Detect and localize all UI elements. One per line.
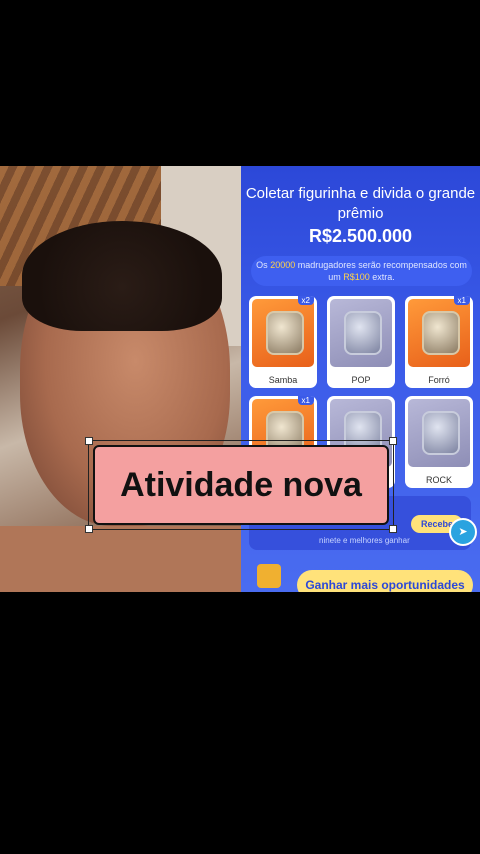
prize-amount: R$2.500.000 [308, 226, 413, 246]
person-hair [22, 221, 222, 331]
sticker-card-forro[interactable]: x1 Forró [405, 296, 473, 388]
caption-box: Atividade nova [85, 437, 397, 533]
card-art [408, 399, 470, 467]
card-badge: x1 [453, 296, 470, 305]
telegram-icon[interactable]: ➤ [449, 518, 477, 546]
sticker-icon [344, 311, 382, 355]
card-art [408, 299, 470, 367]
resize-handle-top-right[interactable] [389, 437, 397, 445]
sticker-card-pop[interactable]: POP [327, 296, 395, 388]
sticker-icon [422, 411, 460, 455]
sticker-card-rock[interactable]: ROCK [405, 396, 473, 488]
treasure-chest-icon [257, 564, 281, 588]
resize-handle-bottom-left[interactable] [85, 525, 93, 533]
sticker-icon [266, 311, 304, 355]
card-label: ROCK [425, 475, 452, 485]
notice-suffix: extra. [372, 272, 395, 282]
card-art [330, 299, 392, 367]
notice-count: 20000 [270, 260, 296, 270]
card-label: Forró [428, 375, 450, 385]
more-chances-button[interactable]: Ganhar mais oportunidades [297, 570, 473, 592]
card-badge: x2 [297, 296, 314, 305]
game-title: Coletar figurinha e divida o grande prêm… [245, 185, 476, 222]
card-art [252, 299, 314, 367]
person-shoulders [0, 526, 241, 592]
sticker-icon [422, 311, 460, 355]
early-bird-notice: Os 20000 madrugadores serão recompensado… [251, 256, 472, 286]
notice-prefix: Os [256, 260, 268, 270]
resize-handle-bottom-right[interactable] [389, 525, 397, 533]
card-badge: x1 [297, 396, 314, 405]
card-label: POP [351, 375, 371, 385]
caption-text: Atividade nova [120, 465, 362, 504]
resize-handle-top-left[interactable] [85, 437, 93, 445]
sticker-card-samba[interactable]: x2 Samba [249, 296, 317, 388]
card-label: Samba [268, 375, 298, 385]
reward-panel-text: ninete e melhores ganhar [319, 536, 410, 545]
notice-reward: R$100 [343, 272, 370, 282]
